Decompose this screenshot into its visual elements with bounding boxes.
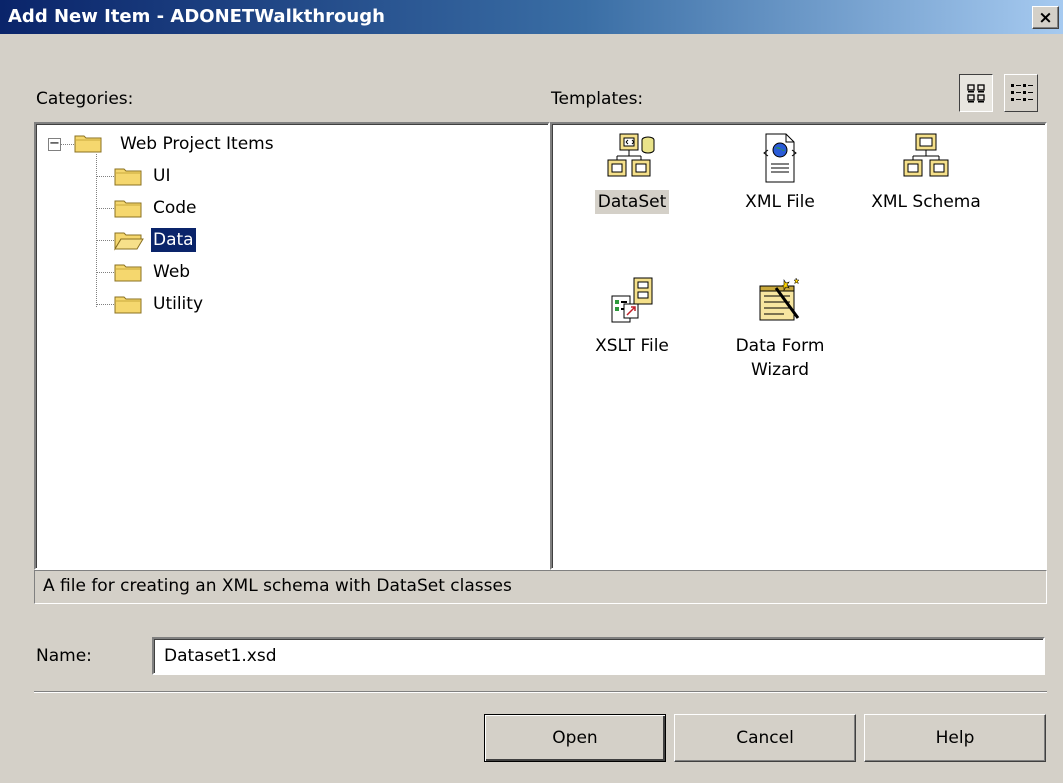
xml-file-icon — [763, 133, 797, 183]
list-view-icon — [1011, 84, 1033, 101]
window-title: Add New Item - ADONETWalkthrough — [8, 6, 385, 27]
folder-open-icon — [114, 232, 144, 251]
close-button[interactable]: × — [1032, 6, 1059, 29]
template-xml-schema[interactable]: XML Schema — [856, 130, 996, 214]
template-label: DataSet — [594, 190, 670, 214]
large-icons-view-icon — [967, 84, 985, 103]
xslt-file-icon — [611, 277, 653, 323]
folder-open-icon — [74, 135, 102, 153]
name-label: Name: — [36, 646, 92, 666]
xml-schema-icon — [903, 133, 949, 177]
templates-label: Templates: — [551, 89, 644, 109]
list-view-button[interactable] — [1004, 74, 1038, 112]
template-xml-file[interactable]: XML File — [710, 130, 850, 214]
template-label: Data Form Wizard — [735, 336, 825, 380]
templates-list[interactable]: DataSet XML File XML Schema XSLT File Da… — [550, 122, 1047, 570]
tree-item-data[interactable]: Data — [151, 228, 196, 252]
tree-item-ui[interactable]: UI — [151, 164, 172, 188]
large-icons-view-button[interactable] — [959, 74, 993, 112]
tree-item-utility[interactable]: Utility — [151, 292, 205, 316]
close-icon: × — [1038, 8, 1053, 28]
cancel-button[interactable]: Cancel — [674, 714, 856, 762]
template-label: XML Schema — [871, 192, 981, 212]
tree-item-web[interactable]: Web — [151, 260, 192, 284]
data-form-wizard-icon — [759, 277, 800, 321]
categories-tree[interactable]: − Web Project Items UI Code Data Web Uti… — [34, 122, 550, 570]
folder-icon — [114, 264, 142, 282]
template-label: XML File — [745, 192, 815, 212]
folder-icon — [114, 200, 142, 218]
folder-icon — [114, 296, 142, 314]
help-button[interactable]: Help — [864, 714, 1046, 762]
tree-item-web-project-items[interactable]: Web Project Items — [118, 132, 276, 156]
template-data-form-wizard[interactable]: Data Form Wizard — [710, 274, 850, 382]
template-xslt-file[interactable]: XSLT File — [562, 274, 702, 358]
description-bar: A file for creating an XML schema with D… — [34, 570, 1047, 604]
collapse-toggle[interactable]: − — [48, 137, 61, 151]
dataset-icon — [607, 133, 655, 177]
categories-label: Categories: — [36, 89, 134, 109]
name-input[interactable] — [152, 637, 1045, 675]
separator — [34, 691, 1047, 693]
folder-icon — [114, 168, 142, 186]
tree-item-code[interactable]: Code — [151, 196, 199, 220]
template-dataset[interactable]: DataSet — [562, 130, 702, 214]
title-bar[interactable]: Add New Item - ADONETWalkthrough × — [0, 0, 1063, 34]
template-label: XSLT File — [595, 336, 669, 356]
open-button[interactable]: Open — [484, 714, 666, 762]
